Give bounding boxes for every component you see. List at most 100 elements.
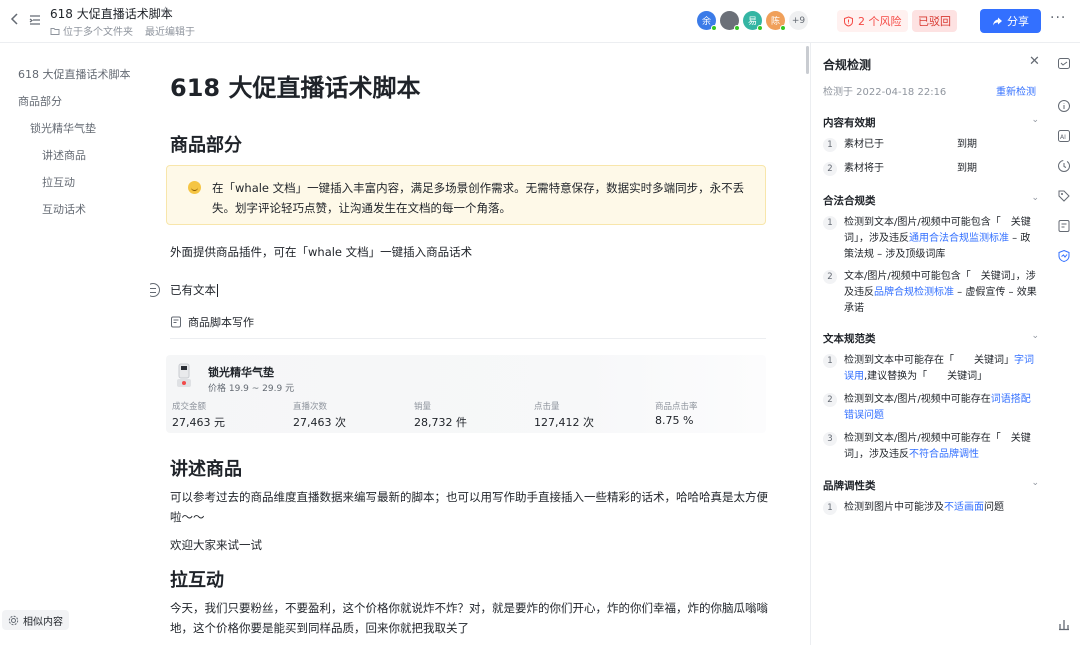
section-legal[interactable]: 合法合规类 ⌄ (823, 193, 1039, 208)
avatar[interactable]: 易 (743, 11, 763, 31)
similar-content-button[interactable]: 相似内容 (2, 610, 69, 630)
standard-link[interactable]: 通用合法合规监测标准 (909, 233, 1009, 244)
issue-item[interactable]: 2 检测到文本/图片/视频中可能存在词语搭配错误问题 (823, 392, 1039, 424)
script-writing-block[interactable]: 商品脚本写作 (170, 314, 254, 330)
heading-product: 商品部分 (170, 135, 242, 156)
stat-label: 成交金额 (172, 402, 207, 412)
divider (170, 338, 766, 339)
more-collaborators[interactable]: +9 (789, 11, 808, 30)
form-icon[interactable] (1057, 218, 1071, 232)
issue-number: 1 (823, 138, 837, 152)
issue-number: 3 (823, 432, 837, 446)
issue-item[interactable]: 1 检测到文本/图片/视频中可能包含「 关键词」，涉及违反通用合法合规监测标准 … (823, 215, 1039, 263)
block-handle-icon[interactable] (150, 283, 160, 297)
section-title: 内容有效期 (823, 117, 876, 129)
folder-location[interactable]: 位于多个文件夹 (50, 23, 133, 38)
issue-text: 检测到文本中可能存在「 关键词」字词误用,建议替换为「 关键词」 (844, 353, 1039, 385)
stats-icon[interactable] (1057, 616, 1071, 631)
toc-item[interactable]: 618 大促直播话术脚本 (18, 66, 131, 82)
product-name: 锁光精华气垫 (208, 366, 274, 379)
similar-label: 相似内容 (23, 616, 63, 628)
chevron-down-icon: ⌄ (1031, 193, 1039, 203)
scrollbar[interactable] (806, 46, 809, 74)
paragraph[interactable]: 外面提供商品插件，可在「whale 文档」一键插入商品话术 (170, 242, 770, 262)
stat-gmv: 成交金额 27,463 元 (172, 400, 225, 430)
toc-item[interactable]: 互动话术 (42, 201, 86, 217)
star-icon[interactable]: ☆ (160, 4, 171, 18)
stat-label: 商品点击率 (655, 402, 698, 412)
section-validity[interactable]: 内容有效期 ⌄ (823, 115, 1039, 130)
issue-item[interactable]: 2 文本/图片/视频中可能包含「 关键词」，涉及违反品牌合规检测标准 – 虚假宣… (823, 269, 1039, 317)
product-price: 价格 19.9 ~ 29.9 元 (208, 384, 295, 394)
avatar[interactable] (720, 11, 740, 31)
issue-item[interactable]: 1 检测到图片中可能涉及不适画面问题 (823, 500, 1039, 516)
page-title: 618 大促直播话术脚本 (170, 74, 421, 102)
document-body: 618 大促直播话术脚本 商品部分 在「whale 文档」一键插入丰富内容，满足… (150, 43, 808, 645)
history-icon[interactable] (1057, 158, 1071, 172)
issue-number: 1 (823, 501, 837, 515)
issue-item[interactable]: 1 素材已于 到期 (823, 137, 1039, 153)
compliance-icon[interactable] (1057, 248, 1071, 263)
toc-item[interactable]: 拉互动 (42, 174, 75, 190)
product-card[interactable]: 锁光精华气垫 价格 19.9 ~ 29.9 元 成交金额 27,463 元 直播… (166, 355, 766, 433)
stat-label: 点击量 (534, 402, 560, 412)
issue-text: 检测到文本/图片/视频中可能存在词语搭配错误问题 (844, 392, 1039, 424)
toc-item[interactable]: 锁光精华气垫 (30, 120, 96, 136)
close-icon[interactable]: ✕ (1029, 54, 1040, 69)
avatar-initial: 余 (701, 17, 711, 27)
share-button[interactable]: 分享 (980, 9, 1041, 33)
issue-desc: 检测到文本中可能存在「 关键词」 (844, 355, 1014, 366)
share-icon (993, 17, 1002, 25)
issue-item[interactable]: 2 素材将于 到期 (823, 161, 1039, 177)
collaborators: 余 易 陈 +9 (697, 11, 808, 31)
toc-item[interactable]: 讲述商品 (42, 147, 86, 163)
toc-item[interactable]: 商品部分 (18, 93, 62, 109)
heading-interaction: 拉互动 (170, 570, 224, 591)
issue-number: 1 (823, 216, 837, 230)
outline-icon[interactable] (28, 12, 44, 28)
stat-clicks: 点击量 127,412 次 (534, 400, 594, 430)
avatar[interactable]: 陈 (766, 11, 786, 31)
stat-value: 27,463 元 (172, 416, 225, 429)
compliance-panel: 合规检测 ✕ 检测于 2022-04-18 22:16 重新检测 内容有效期 ⌄… (810, 43, 1046, 645)
online-dot (711, 25, 717, 31)
section-text-norm[interactable]: 文本规范类 ⌄ (823, 331, 1039, 346)
stat-ctr: 商品点击率 8.75 % (655, 400, 698, 427)
callout-block[interactable]: 在「whale 文档」一键插入丰富内容，满足多场景创作需求。无需特意保存，数据实… (166, 165, 766, 225)
avatar[interactable]: 余 (697, 11, 717, 31)
existing-text: 已有文本 (170, 283, 216, 297)
stat-label: 直播次数 (293, 402, 328, 412)
callout-text: 在「whale 文档」一键插入丰富内容，满足多场景创作需求。无需特意保存，数据实… (212, 181, 745, 215)
section-title: 品牌调性类 (823, 480, 876, 492)
risk-button[interactable]: 2 个风险 (837, 10, 908, 32)
issue-number: 2 (823, 270, 837, 284)
stat-value: 8.75 % (655, 414, 694, 427)
standard-link[interactable]: 不符合品牌调性 (909, 449, 979, 460)
gear-icon (8, 615, 19, 625)
paragraph[interactable]: 可以参考过去的商品维度直播数据来编写最新的脚本；也可以用写作助手直接插入一些精彩… (170, 487, 770, 527)
shield-alert-icon (844, 15, 853, 27)
editing-paragraph[interactable]: 已有文本 (170, 280, 770, 300)
paragraph[interactable]: 今天，我们只要粉丝，不要盈利，这个价格你就说炸不炸？对，就是要炸的你们开心，炸的… (170, 598, 770, 638)
ai-icon[interactable]: AI (1057, 128, 1071, 142)
paragraph[interactable]: 欢迎大家来试一试 (170, 535, 770, 555)
comment-icon[interactable] (1057, 56, 1071, 70)
issue-item[interactable]: 3 检测到文本/图片/视频中可能存在「 关键词」，涉及违反不符合品牌调性 (823, 431, 1039, 463)
back-icon[interactable] (8, 12, 24, 28)
issue-desc: 检测到图片中可能涉及 (844, 502, 944, 513)
section-title: 合法合规类 (823, 195, 876, 207)
text-cursor (217, 284, 218, 297)
recheck-link[interactable]: 重新检测 (996, 83, 1036, 98)
product-image (177, 363, 191, 387)
issue-item[interactable]: 1 检测到文本中可能存在「 关键词」字词误用,建议替换为「 关键词」 (823, 353, 1039, 385)
standard-link[interactable]: 不适画面 (944, 502, 984, 513)
info-icon[interactable] (1057, 98, 1071, 112)
more-menu-icon[interactable]: ··· (1050, 10, 1066, 26)
stat-label: 销量 (414, 402, 432, 412)
standard-link[interactable]: 品牌合规检测标准 (874, 287, 954, 298)
section-brand[interactable]: 品牌调性类 ⌄ (823, 478, 1039, 493)
section-title: 文本规范类 (823, 333, 876, 345)
tag-icon[interactable] (1057, 188, 1071, 202)
svg-text:AI: AI (1060, 134, 1066, 141)
folder-icon (50, 27, 60, 35)
